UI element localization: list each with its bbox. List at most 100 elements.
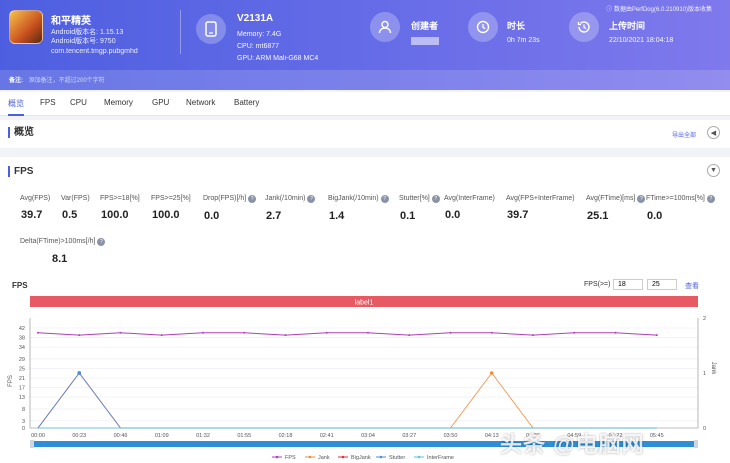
tab-network[interactable]: Network (186, 98, 215, 107)
x-tick-label: 00:23 (72, 433, 86, 439)
metric-value: 0.0 (204, 210, 220, 222)
series-jank-point (489, 371, 494, 375)
y-tick-label: 17 (19, 386, 25, 392)
series-fps-point (614, 331, 617, 334)
metric-12: Delta(FTime)>100ms[/h] ? 8.1 (20, 238, 106, 265)
help-icon[interactable]: ? (307, 195, 316, 203)
chevron-left-icon[interactable]: ◀ (707, 126, 720, 139)
app-version-info: Android版本名: 1.15.13 Android版本号: 9750 (51, 28, 123, 46)
y2-tick-label: 1 (703, 371, 706, 377)
y-tick-label: 29 (19, 357, 25, 363)
tab-gpu[interactable]: GPU (152, 98, 169, 107)
x-tick-label: 01:32 (196, 433, 210, 439)
divider (180, 10, 181, 54)
y-axis-label: FPS (8, 375, 14, 387)
help-icon[interactable]: ? (431, 195, 440, 203)
clock-icon (468, 12, 498, 42)
series-fps-point (573, 331, 576, 334)
help-icon[interactable]: ? (706, 195, 715, 203)
legend-label: BigJank (351, 455, 371, 461)
scrollbar-left-handle[interactable] (30, 440, 34, 448)
tab-cpu[interactable]: CPU (70, 98, 87, 107)
fps-threshold-label: FPS(>=) (584, 281, 611, 288)
y2-tick-label: 2 (703, 316, 706, 322)
overview-title: 概览 (8, 127, 34, 138)
metric-11: FTime>=100ms[%] ? 0.0 (646, 195, 715, 222)
series-fps-point (284, 334, 287, 337)
report-header: 和平精英 Android版本名: 1.15.13 Android版本号: 975… (0, 0, 730, 90)
series-bigjank-line (37, 372, 657, 429)
metric-value: 100.0 (101, 209, 129, 221)
tab-bar: 概览 FPS CPU Memory GPU Network Battery (0, 92, 730, 116)
series-fps-point (160, 334, 163, 337)
tab-overview[interactable]: 概览 (8, 98, 24, 116)
device-memory: Memory: 7.4G (237, 31, 282, 38)
x-tick-label: 01:09 (155, 433, 169, 439)
series-fps-point (243, 331, 246, 334)
android-code: Android版本号: 9750 (51, 38, 116, 45)
metric-label: Avg(InterFrame) (444, 195, 495, 202)
metric-0: Avg(FPS) 39.7 (20, 195, 50, 221)
tab-battery[interactable]: Battery (234, 98, 259, 107)
scrollbar-right-handle[interactable] (694, 440, 698, 448)
legend-label: Stutter (389, 455, 405, 461)
series-fps-point (78, 334, 81, 337)
app-icon (9, 10, 43, 44)
metric-label: Jank(/10min) ? (265, 195, 316, 203)
series-fps-point (119, 331, 122, 334)
metric-9: Avg(FPS+InterFrame) 39.7 (506, 195, 575, 221)
series-fps-point (490, 331, 493, 334)
upload-label: 上传时间 (609, 21, 646, 31)
metric-value: 25.1 (587, 210, 609, 222)
x-tick-label: 05:45 (650, 433, 664, 439)
y-tick-label: 25 (19, 366, 25, 372)
export-all-link[interactable]: 导出全部 (672, 130, 696, 139)
legend-label: InterFrame (427, 455, 454, 461)
tab-fps[interactable]: FPS (40, 98, 56, 107)
legend-swatch-dot (417, 455, 421, 459)
y-tick-label: 13 (19, 395, 25, 401)
metric-value: 1.4 (329, 210, 345, 222)
note-input[interactable]: 添加备注，不超过200个字符 (29, 78, 105, 84)
tab-memory[interactable]: Memory (104, 98, 133, 107)
series-fps-line (37, 332, 657, 336)
series-fps-point (449, 331, 452, 334)
series-fps-point (37, 331, 39, 334)
y-tick-label: 8 (22, 407, 25, 413)
x-tick-label: 03:50 (444, 433, 458, 439)
device-cpu: CPU: mt6877 (237, 43, 280, 50)
metric-label: Delta(FTime)>100ms[/h] ? (20, 238, 106, 246)
metric-value: 39.7 (507, 209, 529, 221)
fps-section-title: FPS (8, 166, 33, 177)
y-tick-label: 42 (19, 326, 25, 332)
legend-swatch-dot (308, 455, 312, 459)
y-tick-label: 38 (19, 336, 25, 342)
metric-label: FPS>=25[%] (151, 195, 191, 202)
y-tick-label: 21 (19, 376, 25, 382)
series-fps-point (655, 334, 658, 337)
y2-tick-label: 0 (703, 426, 706, 432)
metric-7: Stutter[%] ? 0.1 (399, 195, 440, 222)
app-name: 和平精英 (51, 16, 91, 27)
chevron-down-icon[interactable]: ▼ (707, 164, 720, 177)
series-stutter-point (77, 371, 82, 375)
y-tick-label: 0 (22, 426, 25, 432)
help-icon[interactable]: ? (380, 195, 389, 203)
creator-label: 创建者 (411, 21, 439, 31)
metric-value: 0.0 (647, 210, 663, 222)
x-tick-label: 01:55 (237, 433, 251, 439)
help-icon[interactable]: ? (97, 238, 106, 246)
series-jank-line (37, 372, 657, 429)
metric-4: Drop(FPS)[/h] ? 0.0 (203, 195, 257, 222)
watermark: 头条 @电脑网 (500, 432, 645, 457)
metric-label: Avg(FPS+InterFrame) (506, 195, 575, 202)
metric-value: 39.7 (21, 209, 43, 221)
legend-swatch-dot (341, 455, 345, 459)
metric-value: 100.0 (152, 209, 180, 221)
x-tick-label: 03:27 (402, 433, 416, 439)
note-bar[interactable]: 备注: 添加备注，不超过200个字符 (0, 70, 730, 90)
help-icon[interactable]: ? (637, 195, 646, 203)
series-fps-point (408, 334, 411, 337)
x-tick-label: 04:13 (485, 433, 499, 439)
help-icon[interactable]: ? (248, 195, 257, 203)
